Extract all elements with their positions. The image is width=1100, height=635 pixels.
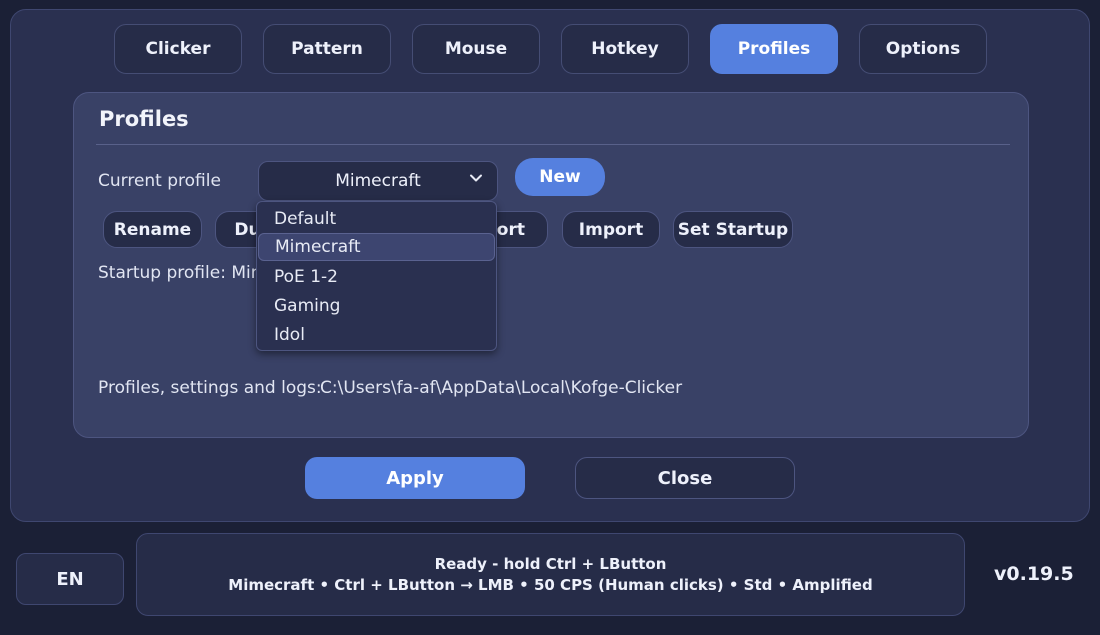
- profile-select[interactable]: Mimecraft: [258, 161, 498, 201]
- chevron-down-icon: [470, 174, 482, 182]
- new-profile-button[interactable]: New: [515, 158, 605, 196]
- path-value: C:\Users\fa-af\AppData\Local\Kofge-Click…: [320, 378, 683, 398]
- rename-button[interactable]: Rename: [103, 211, 202, 248]
- dropdown-option[interactable]: Idol: [258, 321, 495, 349]
- profiles-title: Profiles: [99, 107, 189, 131]
- version-label: v0.19.5: [994, 563, 1074, 585]
- dropdown-option-selected[interactable]: Mimecraft: [258, 233, 495, 261]
- dropdown-option[interactable]: Default: [258, 205, 495, 233]
- current-profile-label: Current profile: [98, 171, 221, 191]
- profile-select-value: Mimecraft: [335, 171, 421, 191]
- tab-mouse[interactable]: Mouse: [412, 24, 540, 74]
- title-divider: [96, 144, 1010, 145]
- path-label: Profiles, settings and logs:: [98, 378, 322, 398]
- status-bar: Ready - hold Ctrl + LButton Mimecraft • …: [136, 533, 965, 616]
- status-line-1: Ready - hold Ctrl + LButton: [434, 554, 667, 573]
- tab-clicker[interactable]: Clicker: [114, 24, 242, 74]
- main-panel: Clicker Pattern Mouse Hotkey Profiles Op…: [10, 9, 1090, 522]
- status-line-2: Mimecraft • Ctrl + LButton → LMB • 50 CP…: [228, 575, 873, 594]
- dropdown-option[interactable]: Gaming: [258, 292, 495, 320]
- import-button[interactable]: Import: [562, 211, 660, 248]
- apply-button[interactable]: Apply: [305, 457, 525, 499]
- profile-dropdown-list: Default Mimecraft PoE 1-2 Gaming Idol: [256, 201, 497, 351]
- set-startup-button[interactable]: Set Startup: [673, 211, 793, 248]
- tab-options[interactable]: Options: [859, 24, 987, 74]
- tab-profiles[interactable]: Profiles: [710, 24, 838, 74]
- dropdown-option[interactable]: PoE 1-2: [258, 263, 495, 291]
- close-button[interactable]: Close: [575, 457, 795, 499]
- tab-pattern[interactable]: Pattern: [263, 24, 391, 74]
- language-button[interactable]: EN: [16, 553, 124, 605]
- profiles-group: Profiles Current profile Mimecraft New R…: [73, 92, 1029, 438]
- tab-hotkey[interactable]: Hotkey: [561, 24, 689, 74]
